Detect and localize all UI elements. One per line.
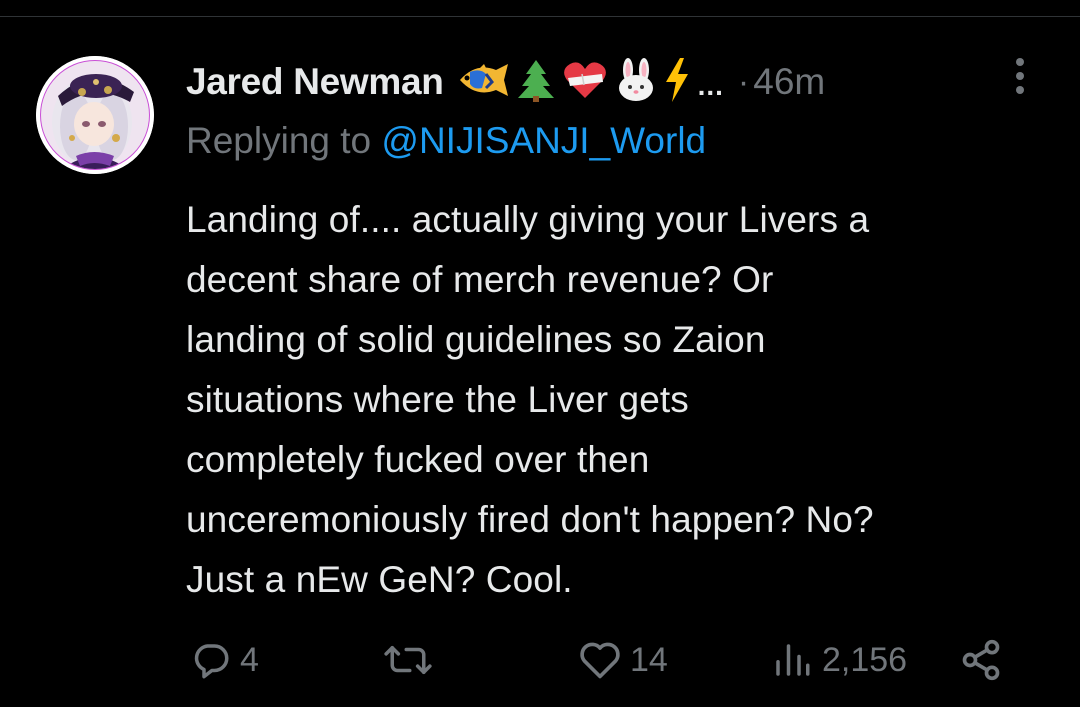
avatar-image	[36, 56, 154, 174]
replying-handle-link[interactable]: @NIJISANJI_World	[381, 120, 706, 161]
reply-button[interactable]: 4	[190, 636, 259, 684]
separator-dot: ·	[737, 62, 750, 101]
share-button[interactable]	[958, 636, 1004, 684]
reply-count: 4	[240, 640, 259, 679]
avatar[interactable]	[36, 56, 154, 174]
mended-heart-icon	[562, 60, 608, 105]
retweet-button[interactable]	[382, 636, 442, 684]
lightning-icon	[664, 57, 690, 107]
action-bar: 4 14 2,156	[0, 636, 1080, 684]
views-count: 2,156	[822, 640, 908, 679]
views-bar-chart-icon	[776, 644, 810, 676]
top-divider	[0, 16, 1080, 17]
share-icon	[962, 639, 1000, 681]
replying-prefix: Replying to	[186, 120, 372, 161]
like-count: 14	[630, 640, 668, 679]
fish-emoji-icon	[456, 60, 510, 105]
views-button[interactable]: 2,156	[770, 636, 907, 684]
tweet-header: Jared Newman ... · 46m	[186, 54, 825, 110]
christmas-tree-icon	[516, 58, 556, 107]
retweet-icon	[384, 646, 432, 674]
reply-icon	[194, 644, 229, 679]
name-overflow: ...	[697, 70, 724, 101]
replying-to: Replying to @NIJISANJI_World	[186, 120, 706, 162]
tweet-text: Landing of.... actually giving your Live…	[186, 199, 874, 600]
rabbit-face-icon	[614, 57, 658, 107]
author-name[interactable]: Jared Newman	[186, 61, 444, 103]
more-options-button[interactable]	[1004, 56, 1036, 96]
heart-icon	[580, 642, 620, 679]
like-button[interactable]: 14	[578, 636, 668, 684]
tweet-timestamp[interactable]: 46m	[753, 61, 825, 103]
name-emojis	[456, 57, 690, 107]
more-vertical-icon	[1016, 58, 1024, 94]
